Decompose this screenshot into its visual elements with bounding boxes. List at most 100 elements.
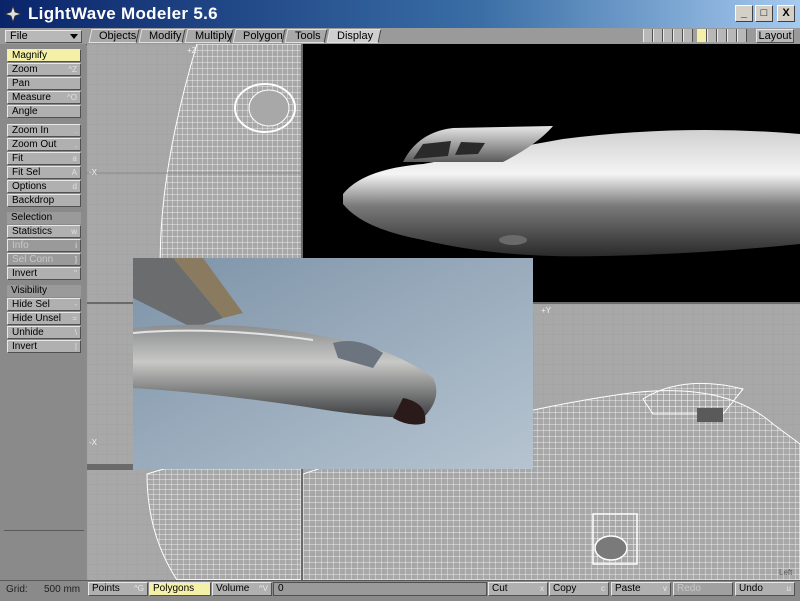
redo-button[interactable]: Redo — [673, 582, 733, 596]
tab-label: Objects — [99, 30, 137, 42]
button-label: Zoom — [12, 64, 38, 75]
backdrop-button[interactable]: Backdrop — [7, 194, 81, 207]
polygons-mode-button[interactable]: Polygons — [149, 582, 211, 596]
zoom-button[interactable]: Zoom ^Z — [7, 63, 81, 76]
axis-label-x: -X — [89, 438, 97, 447]
tab-label: Multiply — [195, 30, 233, 42]
cut-button[interactable]: Cut x — [488, 582, 548, 596]
tab-label: Display — [337, 30, 374, 42]
button-label: Polygons — [153, 583, 195, 594]
layer-button[interactable] — [663, 29, 673, 42]
shortcut-key: w — [71, 227, 77, 236]
points-mode-button[interactable]: Points ^G — [88, 582, 148, 596]
layout-button[interactable]: Layout — [756, 29, 794, 43]
tab-label: Polygon — [243, 30, 283, 42]
button-label: Angle — [12, 106, 38, 117]
copy-button[interactable]: Copy c — [549, 582, 609, 596]
hide-unsel-button[interactable]: Hide Unsel = — [7, 312, 81, 325]
axis-label-x: -X — [89, 168, 97, 177]
invert-selection-button[interactable]: Invert " — [7, 267, 81, 280]
view-label-left: Left — [779, 568, 793, 577]
shortcut-key: ^G — [134, 584, 144, 593]
button-label: Invert — [12, 268, 38, 279]
options-button[interactable]: Options d — [7, 180, 81, 193]
button-label: Unhide — [12, 327, 44, 338]
layer-button[interactable] — [717, 29, 727, 42]
invert-visibility-button[interactable]: Invert | — [7, 340, 81, 353]
button-label: Fit Sel — [12, 167, 41, 178]
tab-objects[interactable]: Objects — [88, 29, 140, 43]
angle-button[interactable]: Angle — [7, 105, 81, 118]
layer-button[interactable] — [653, 29, 663, 42]
shortcut-key: ^V — [258, 584, 268, 593]
button-label: Measure — [12, 92, 51, 103]
shortcut-key: = — [72, 314, 77, 323]
shortcut-key: . — [74, 126, 77, 135]
shortcut-key: d — [72, 182, 77, 191]
layer-button[interactable] — [737, 29, 747, 42]
file-menu[interactable]: File — [5, 30, 82, 43]
magnify-button[interactable]: Magnify — [7, 49, 81, 62]
layer-selector[interactable] — [643, 29, 747, 43]
button-label: Statistics — [12, 226, 53, 237]
title-bar[interactable]: LightWave Modeler 5.6 _ □ X — [0, 0, 800, 28]
shortcut-key: ] — [74, 255, 77, 264]
shortcut-key: A — [71, 168, 77, 177]
tab-tools[interactable]: Tools — [284, 29, 328, 43]
layer-button[interactable] — [673, 29, 683, 42]
undo-button[interactable]: Undo u — [735, 582, 795, 596]
tab-label: Modify — [149, 30, 182, 42]
fit-button[interactable]: Fit a — [7, 152, 81, 165]
tab-label: Tools — [295, 30, 321, 42]
button-label: Pan — [12, 78, 30, 89]
zoom-out-button[interactable]: Zoom Out, — [7, 138, 81, 151]
layer-button[interactable] — [683, 29, 693, 42]
tab-modify[interactable]: Modify — [138, 29, 186, 43]
lightwave-app-icon[interactable] — [4, 5, 22, 23]
button-label: Info — [12, 240, 29, 251]
button-label: Cut — [492, 583, 508, 594]
grid-size-value: 500 mm — [44, 584, 81, 595]
button-label: Paste — [615, 583, 641, 594]
layer-button[interactable] — [643, 29, 653, 42]
reference-photo-image — [133, 258, 533, 469]
hide-sel-button[interactable]: Hide Sel - — [7, 298, 81, 311]
window-title: LightWave Modeler 5.6 — [28, 4, 218, 23]
paste-button[interactable]: Paste v — [611, 582, 671, 596]
layer-button-active[interactable] — [697, 29, 707, 42]
shortcut-key: i — [75, 241, 77, 250]
chevron-down-icon — [70, 34, 78, 39]
tab-display[interactable]: Display — [326, 29, 382, 43]
minimize-button[interactable]: _ — [735, 5, 753, 22]
shortcut-key: \ — [74, 328, 77, 337]
tab-multiply[interactable]: Multiply — [184, 29, 234, 43]
pan-button[interactable]: Pan — [7, 77, 81, 90]
button-label: Sel Conn — [12, 254, 54, 265]
statistics-button[interactable]: Statistics w — [7, 225, 81, 238]
sel-conn-button[interactable]: Sel Conn] — [7, 253, 81, 266]
button-label: Hide Sel — [12, 299, 50, 310]
tool-panel-footer — [4, 530, 84, 579]
info-button[interactable]: Info i — [7, 239, 81, 252]
volume-mode-button[interactable]: Volume ^V — [212, 582, 272, 596]
button-label: Options — [12, 181, 47, 192]
tab-polygon[interactable]: Polygon — [232, 29, 286, 43]
maximize-button[interactable]: □ — [755, 5, 773, 22]
selection-header: Selection — [7, 212, 81, 224]
zoom-in-button[interactable]: Zoom In. — [7, 124, 81, 137]
layer-button[interactable] — [707, 29, 717, 42]
button-label: Zoom Out — [12, 139, 57, 150]
button-label: Copy — [553, 583, 577, 594]
layer-button[interactable] — [727, 29, 737, 42]
measure-button[interactable]: Measure ^O — [7, 91, 81, 104]
shortcut-key: u — [786, 584, 791, 593]
close-button[interactable]: X — [777, 5, 795, 22]
grid-label: Grid: — [6, 584, 28, 595]
shortcut-key: c — [601, 584, 605, 593]
fit-sel-button[interactable]: Fit Sel A — [7, 166, 81, 179]
shortcut-key: , — [74, 140, 77, 149]
shortcut-key: v — [663, 584, 667, 593]
unhide-button[interactable]: Unhide \ — [7, 326, 81, 339]
axis-label-y: +Y — [541, 306, 552, 315]
shortcut-key: - — [74, 300, 77, 309]
